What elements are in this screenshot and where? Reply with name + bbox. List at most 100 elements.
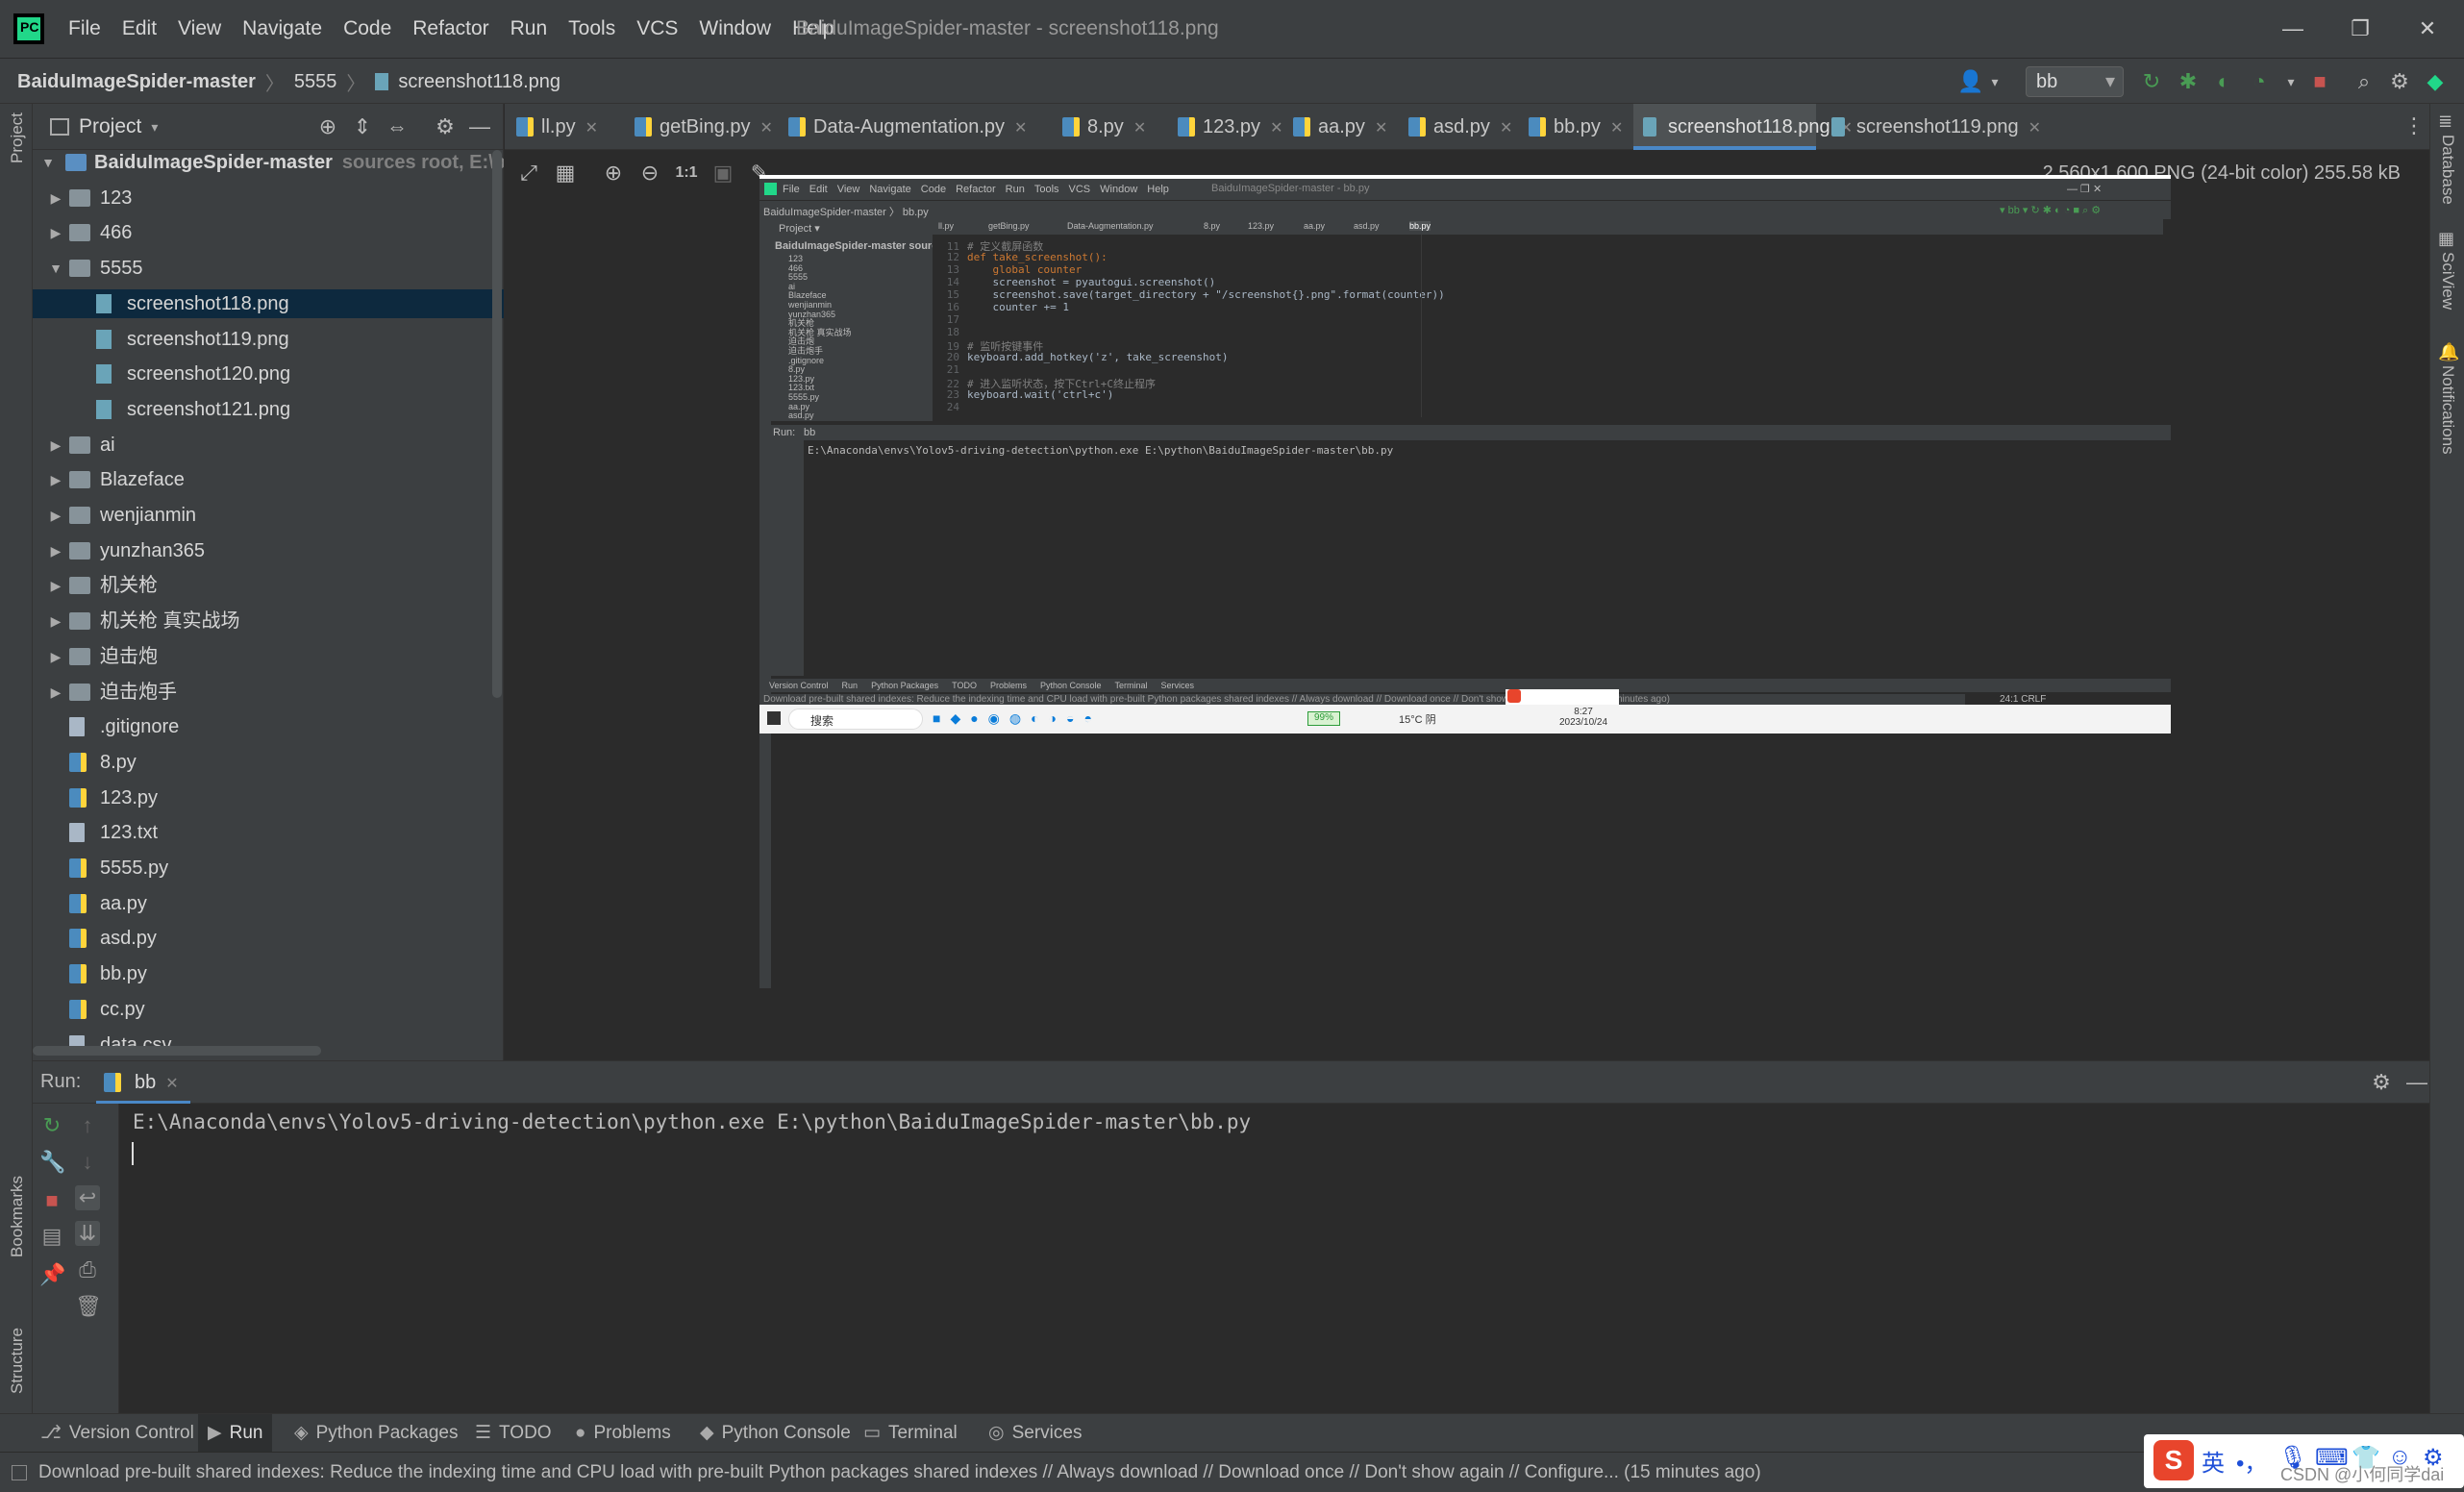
ime-punctuation-toggle[interactable]: •， bbox=[2236, 1444, 2267, 1478]
close-tab-icon[interactable]: ✕ bbox=[760, 120, 773, 137]
more-tabs-icon[interactable]: ⋮ bbox=[2403, 113, 2425, 138]
menu-tools[interactable]: Tools bbox=[558, 0, 626, 58]
chevron-right-icon[interactable]: ▶ bbox=[48, 536, 63, 565]
tree-item[interactable]: cc.py bbox=[33, 995, 504, 1024]
chevron-right-icon[interactable]: ▶ bbox=[48, 571, 63, 600]
status-message[interactable]: Download pre-built shared indexes: Reduc… bbox=[38, 1453, 1761, 1492]
rerun-icon[interactable]: ↻ bbox=[2139, 69, 2164, 94]
tab-screenshot118-png[interactable]: screenshot118.png ✕ bbox=[1633, 104, 1853, 150]
tree-item[interactable]: ▶ 123 bbox=[33, 184, 504, 212]
tree-item[interactable]: .gitignore bbox=[33, 712, 504, 741]
bottom-tab-services[interactable]: ◎ Services bbox=[979, 1414, 1091, 1453]
menu-navigate[interactable]: Navigate bbox=[232, 0, 333, 58]
tree-item[interactable]: screenshot118.png bbox=[33, 288, 504, 318]
scroll-to-end-icon[interactable]: ⇊ bbox=[75, 1221, 100, 1246]
tree-item[interactable]: ▶ Blazeface bbox=[33, 465, 504, 494]
chevron-down-icon[interactable]: ▼ bbox=[40, 148, 56, 177]
tree-item[interactable]: asd.py bbox=[33, 924, 504, 953]
menu-code[interactable]: Code bbox=[333, 0, 402, 58]
ime-language-toggle[interactable]: 英 bbox=[2202, 1444, 2225, 1478]
zoom-out-icon[interactable]: ⊖ bbox=[637, 161, 662, 186]
bottom-tab-version-control[interactable]: ⎇ Version Control bbox=[31, 1414, 204, 1453]
close-tab-icon[interactable]: ✕ bbox=[1500, 120, 1512, 137]
tree-item[interactable]: 5555.py bbox=[33, 854, 504, 883]
run-settings-gear-icon[interactable]: ⚙ bbox=[2369, 1070, 2394, 1095]
tree-item[interactable]: ▶ yunzhan365 bbox=[33, 536, 504, 565]
chevron-right-icon[interactable]: ▶ bbox=[48, 678, 63, 707]
tree-horizontal-scrollbar[interactable] bbox=[33, 1046, 321, 1056]
minimize-button[interactable]: — bbox=[2259, 0, 2327, 58]
bottom-tab-run[interactable]: ▶ Run bbox=[198, 1414, 273, 1453]
tab-asd-py[interactable]: asd.py ✕ bbox=[1399, 104, 1514, 150]
menu-window[interactable]: Window bbox=[688, 0, 782, 58]
user-icon[interactable]: 👤 bbox=[1957, 69, 1983, 94]
stop-icon[interactable]: ■ bbox=[39, 1188, 64, 1213]
chevron-right-icon[interactable]: ▶ bbox=[48, 642, 63, 671]
tree-item[interactable]: aa.py bbox=[33, 889, 504, 918]
trash-icon[interactable]: 🗑 bbox=[75, 1294, 102, 1319]
debug-icon[interactable]: ✱ bbox=[2176, 69, 2201, 94]
tab-bb-py[interactable]: bb.py ✕ bbox=[1519, 104, 1630, 150]
close-window-button[interactable]: ✕ bbox=[2394, 0, 2461, 58]
tree-item[interactable]: ▶ wenjianmin bbox=[33, 501, 504, 530]
tree-scrollbar[interactable] bbox=[492, 150, 502, 698]
jetbrains-ai-icon[interactable]: ◆ bbox=[2423, 69, 2448, 94]
tab-getbing-py[interactable]: getBing.py ✕ bbox=[625, 104, 774, 150]
chevron-right-icon[interactable]: ▶ bbox=[48, 607, 63, 635]
hide-run-panel-icon[interactable]: — bbox=[2404, 1070, 2429, 1095]
tree-item[interactable]: ▶ ai bbox=[33, 431, 504, 460]
settings-gear-icon[interactable]: ⚙ bbox=[2387, 69, 2412, 94]
tree-item[interactable]: ▶ 迫击炮 bbox=[33, 642, 504, 671]
run-configuration-select[interactable]: bb ▾ bbox=[2026, 66, 2124, 97]
tab-aa-py[interactable]: aa.py ✕ bbox=[1283, 104, 1394, 150]
chevron-right-icon[interactable]: ▶ bbox=[48, 184, 63, 212]
sogou-ime-logo-icon[interactable]: S bbox=[2153, 1440, 2194, 1480]
stop-icon[interactable]: ■ bbox=[2307, 69, 2332, 94]
tree-item[interactable]: ▶ 迫击炮手 bbox=[33, 678, 504, 707]
soft-wrap-icon[interactable]: ↩ bbox=[75, 1185, 100, 1210]
notifications-tool-button[interactable]: Notifications bbox=[2438, 365, 2457, 455]
breadcrumb-file[interactable]: screenshot118.png bbox=[398, 71, 560, 93]
chevron-right-icon[interactable]: ▶ bbox=[48, 501, 63, 530]
close-tab-icon[interactable]: ✕ bbox=[585, 120, 598, 137]
pin-icon[interactable]: 📌 bbox=[39, 1262, 65, 1287]
close-tab-icon[interactable]: ✕ bbox=[1375, 120, 1387, 137]
tree-item[interactable]: screenshot119.png bbox=[33, 325, 504, 354]
run-tab-bb[interactable]: bb ✕ bbox=[96, 1061, 190, 1104]
breadcrumb-folder[interactable]: 5555 bbox=[294, 71, 337, 93]
search-icon[interactable]: ⌕ bbox=[2352, 69, 2377, 94]
close-tab-icon[interactable]: ✕ bbox=[1133, 120, 1146, 137]
chevron-right-icon[interactable]: ▶ bbox=[48, 218, 63, 247]
fit-window-icon[interactable]: ▣ bbox=[710, 161, 735, 186]
restore-button[interactable]: ❐ bbox=[2327, 0, 2394, 58]
tab-8-py[interactable]: 8.py ✕ bbox=[1053, 104, 1163, 150]
menu-file[interactable]: File bbox=[58, 0, 112, 58]
bottom-tab-terminal[interactable]: ▭ Terminal bbox=[854, 1414, 967, 1453]
tree-item[interactable]: 123.txt bbox=[33, 818, 504, 847]
print-icon[interactable]: ⎙ bbox=[75, 1257, 100, 1282]
bottom-tab-python-packages[interactable]: ◈ Python Packages bbox=[285, 1414, 468, 1453]
zoom-in-icon[interactable]: ⊕ bbox=[601, 161, 626, 186]
tree-item[interactable]: screenshot120.png bbox=[33, 360, 504, 388]
grid-icon[interactable]: ▦ bbox=[553, 161, 578, 186]
status-checkbox-icon[interactable] bbox=[12, 1465, 27, 1480]
chevron-right-icon[interactable]: ▶ bbox=[48, 465, 63, 494]
close-tab-icon[interactable]: ✕ bbox=[1610, 120, 1623, 137]
chevron-right-icon[interactable]: ▶ bbox=[48, 431, 63, 460]
fit-zoom-icon[interactable]: ⤢ bbox=[516, 161, 541, 186]
tree-item[interactable]: ▶ 机关枪 bbox=[33, 571, 504, 600]
tab-123-py[interactable]: 123.py ✕ bbox=[1168, 104, 1282, 150]
tree-item[interactable]: data.csv bbox=[33, 1031, 504, 1046]
chevron-down-icon[interactable]: ▼ bbox=[48, 254, 63, 283]
close-tab-icon[interactable]: ✕ bbox=[1014, 120, 1027, 137]
rerun-icon[interactable]: ↻ bbox=[39, 1113, 64, 1138]
wrench-icon[interactable]: 🔧 bbox=[39, 1150, 65, 1175]
chevron-down-icon[interactable]: ▾ bbox=[2278, 69, 2303, 94]
tree-item[interactable]: ▶ 机关枪 真实战场 bbox=[33, 607, 504, 635]
tab-data-augmentation-py[interactable]: Data-Augmentation.py ✕ bbox=[779, 104, 1048, 150]
menu-view[interactable]: View bbox=[167, 0, 232, 58]
menu-edit[interactable]: Edit bbox=[112, 0, 167, 58]
layout-icon[interactable]: ▤ bbox=[39, 1224, 64, 1249]
bottom-tab-problems[interactable]: ● Problems bbox=[565, 1414, 681, 1453]
database-tool-button[interactable]: Database bbox=[2438, 135, 2457, 205]
